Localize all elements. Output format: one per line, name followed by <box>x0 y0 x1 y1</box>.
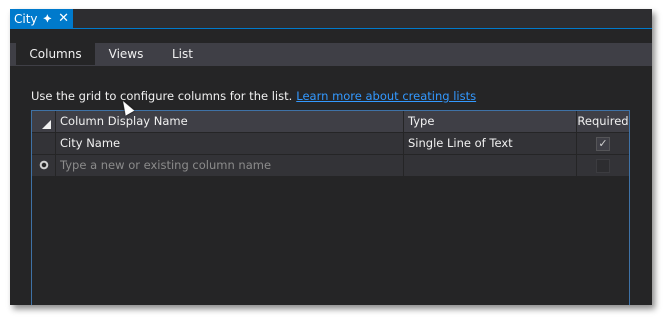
column-type-cell[interactable]: Single Line of Text <box>404 133 577 155</box>
document-tab-city[interactable]: City ⯌ ✕ <box>10 9 74 29</box>
header-required[interactable]: Required <box>577 111 629 133</box>
designer-tabstrip: Columns Views List <box>10 43 652 66</box>
tab-list[interactable]: List <box>168 43 197 65</box>
header-column-display-name[interactable]: Column Display Name <box>56 111 404 133</box>
list-designer-content: Columns Views List Use the grid to confi… <box>10 29 652 305</box>
table-row[interactable]: City Name Single Line of Text ✓ <box>32 133 629 155</box>
new-required-checkbox[interactable] <box>596 159 610 173</box>
row-selector[interactable] <box>32 133 56 155</box>
columns-grid: Column Display Name Type Required City N… <box>31 110 630 305</box>
designer-window: City ⯌ ✕ Columns Views List Use the grid… <box>10 9 652 305</box>
header-type[interactable]: Type <box>404 111 577 133</box>
new-column-type-cell[interactable] <box>404 155 577 177</box>
grid-header-row: Column Display Name Type Required <box>32 111 629 133</box>
new-column-name-input[interactable]: Type a new or existing column name <box>56 155 404 177</box>
required-cell: ✓ <box>577 133 629 155</box>
tab-views[interactable]: Views <box>105 43 147 65</box>
select-all-corner[interactable] <box>32 111 56 133</box>
new-row[interactable]: Type a new or existing column name <box>32 155 629 177</box>
close-icon[interactable]: ✕ <box>58 9 69 29</box>
new-row-selector[interactable] <box>32 155 56 177</box>
new-row-icon <box>38 160 49 170</box>
learn-more-link[interactable]: Learn more about creating lists <box>296 89 476 103</box>
required-checkbox[interactable]: ✓ <box>596 137 610 151</box>
document-tab-bar: City ⯌ ✕ <box>10 9 652 29</box>
info-text: Use the grid to configure columns for th… <box>31 89 476 103</box>
tab-columns[interactable]: Columns <box>16 43 95 65</box>
info-description: Use the grid to configure columns for th… <box>31 89 293 103</box>
new-required-cell <box>577 155 629 177</box>
document-tab-title: City <box>14 12 38 26</box>
pin-icon[interactable]: ⯌ <box>44 9 53 29</box>
column-name-cell[interactable]: City Name <box>56 133 404 155</box>
